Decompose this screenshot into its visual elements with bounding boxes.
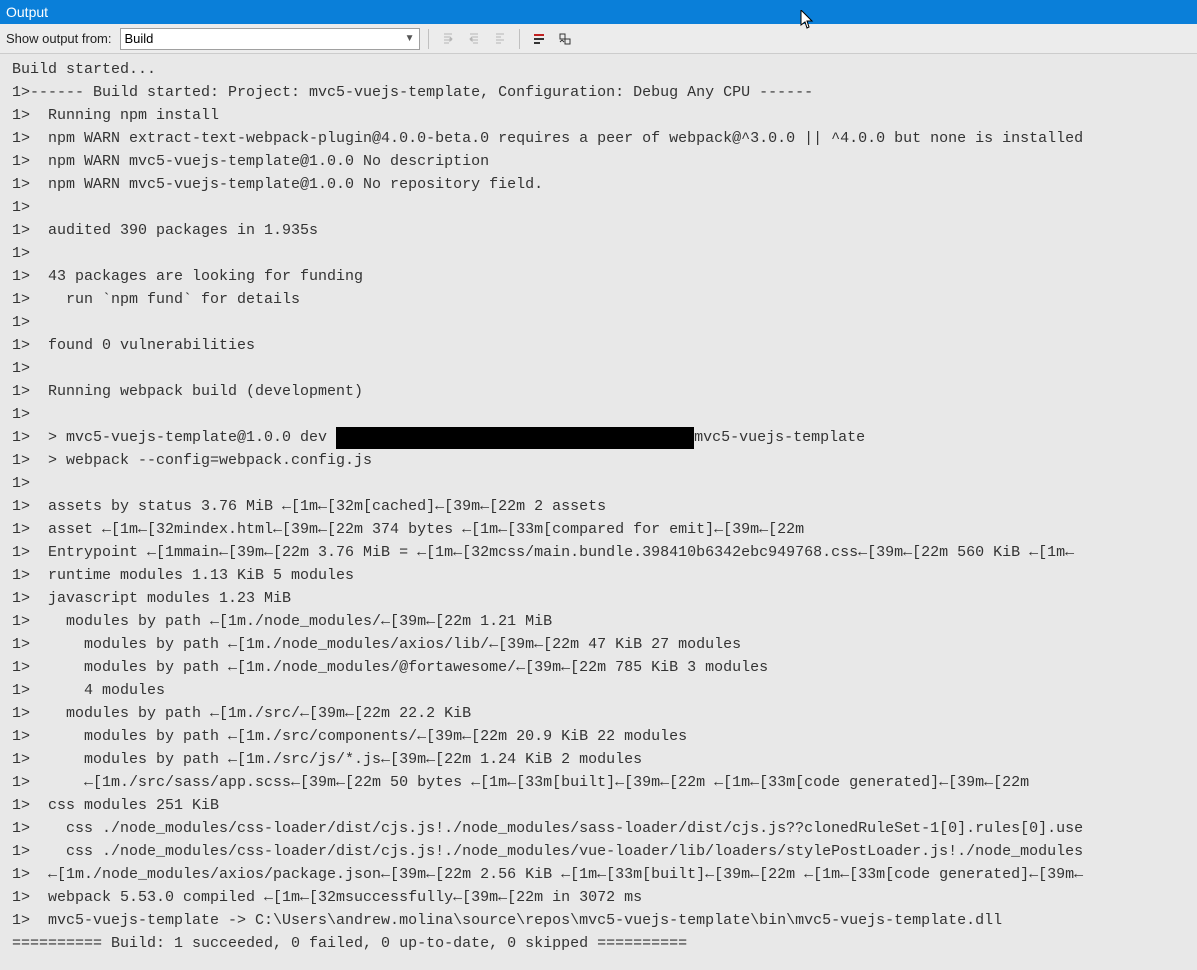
output-line: 1> modules by path ←[1m./node_modules/←[… — [12, 610, 1197, 633]
toolbar-separator — [519, 29, 520, 49]
indent-left-button[interactable] — [437, 28, 459, 50]
output-line: Build started... — [12, 58, 1197, 81]
output-line: 1> npm WARN extract-text-webpack-plugin@… — [12, 127, 1197, 150]
output-line: 1> javascript modules 1.23 MiB — [12, 587, 1197, 610]
output-line: 1> found 0 vulnerabilities — [12, 334, 1197, 357]
output-line: 1>------ Build started: Project: mvc5-vu… — [12, 81, 1197, 104]
output-line: 1> webpack 5.53.0 compiled ←[1m←[32msucc… — [12, 886, 1197, 909]
output-line: 1> asset ←[1m←[32mindex.html←[39m←[22m 3… — [12, 518, 1197, 541]
word-wrap-button[interactable] — [528, 28, 550, 50]
output-line: 1> modules by path ←[1m./src/components/… — [12, 725, 1197, 748]
output-line: 1> Running npm install — [12, 104, 1197, 127]
output-line: 1> — [12, 196, 1197, 219]
output-line: 1> mvc5-vuejs-template -> C:\Users\andre… — [12, 909, 1197, 932]
chevron-down-icon: ▼ — [405, 33, 415, 44]
output-line: 1> npm WARN mvc5-vuejs-template@1.0.0 No… — [12, 173, 1197, 196]
output-line: 1> assets by status 3.76 MiB ←[1m←[32m[c… — [12, 495, 1197, 518]
panel-title: Output — [6, 4, 48, 20]
output-line: 1> 43 packages are looking for funding — [12, 265, 1197, 288]
output-line: 1> Running webpack build (development) — [12, 380, 1197, 403]
output-line: 1> npm WARN mvc5-vuejs-template@1.0.0 No… — [12, 150, 1197, 173]
output-line: 1> modules by path ←[1m./src/js/*.js←[39… — [12, 748, 1197, 771]
output-line: 1> — [12, 242, 1197, 265]
output-toolbar: Show output from: Build ▼ — [0, 24, 1197, 54]
output-line: 1> runtime modules 1.13 KiB 5 modules — [12, 564, 1197, 587]
output-line: 1> — [12, 311, 1197, 334]
show-output-from-label: Show output from: — [6, 31, 112, 46]
redacted-block — [336, 427, 694, 449]
output-source-select[interactable]: Build ▼ — [120, 28, 420, 50]
output-line: 1> — [12, 472, 1197, 495]
output-line: 1> audited 390 packages in 1.935s — [12, 219, 1197, 242]
output-line: 1> — [12, 403, 1197, 426]
output-text-area[interactable]: Build started...1>------ Build started: … — [0, 54, 1197, 970]
output-panel-titlebar: Output — [0, 0, 1197, 24]
outdent-button[interactable] — [463, 28, 485, 50]
clear-all-button[interactable] — [554, 28, 576, 50]
output-line: ========== Build: 1 succeeded, 0 failed,… — [12, 932, 1197, 955]
output-line: 1> > mvc5-vuejs-template@1.0.0 dev mvc5-… — [12, 426, 1197, 449]
output-line: 1> css ./node_modules/css-loader/dist/cj… — [12, 817, 1197, 840]
output-line: 1> ←[1m./node_modules/axios/package.json… — [12, 863, 1197, 886]
output-line: 1> modules by path ←[1m./node_modules/@f… — [12, 656, 1197, 679]
indent-right-button[interactable] — [489, 28, 511, 50]
output-line: 1> 4 modules — [12, 679, 1197, 702]
output-line: 1> Entrypoint ←[1mmain←[39m←[22m 3.76 Mi… — [12, 541, 1197, 564]
output-source-selected: Build — [125, 31, 154, 46]
output-line: 1> modules by path ←[1m./src/←[39m←[22m … — [12, 702, 1197, 725]
output-line: 1> run `npm fund` for details — [12, 288, 1197, 311]
output-line: 1> css ./node_modules/css-loader/dist/cj… — [12, 840, 1197, 863]
output-line: 1> > webpack --config=webpack.config.js — [12, 449, 1197, 472]
output-line: 1> modules by path ←[1m./node_modules/ax… — [12, 633, 1197, 656]
toolbar-separator — [428, 29, 429, 49]
output-line: 1> — [12, 357, 1197, 380]
output-line: 1> ←[1m./src/sass/app.scss←[39m←[22m 50 … — [12, 771, 1197, 794]
output-line: 1> css modules 251 KiB — [12, 794, 1197, 817]
